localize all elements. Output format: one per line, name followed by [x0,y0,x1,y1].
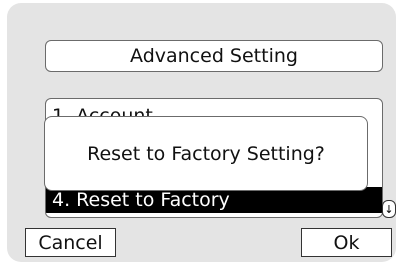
dialog-message: Reset to Factory Setting? [87,142,325,165]
page-title: Advanced Setting [45,40,383,72]
cancel-button[interactable]: Cancel [25,228,116,257]
confirm-dialog: Reset to Factory Setting? [44,116,368,191]
scroll-down-arrow-icon[interactable]: ↓ [382,200,396,218]
page-title-text: Advanced Setting [130,45,298,67]
ok-button[interactable]: Ok [301,228,392,257]
